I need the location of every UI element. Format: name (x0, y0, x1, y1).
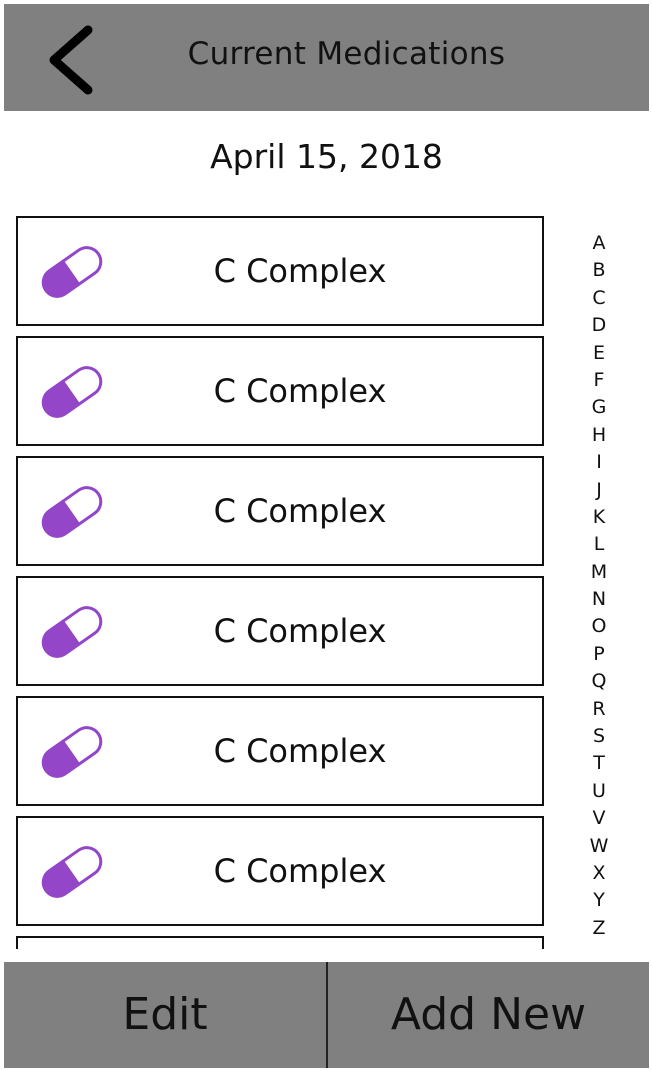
alphabet-letter[interactable]: Z (584, 915, 614, 942)
alphabet-letter[interactable]: K (584, 504, 614, 531)
alphabet-letter[interactable]: D (584, 312, 614, 339)
medication-item[interactable] (16, 936, 544, 949)
medication-item[interactable]: C Complex (16, 696, 544, 806)
alphabet-letter[interactable]: Q (584, 668, 614, 695)
alphabet-letter[interactable]: M (584, 559, 614, 586)
alphabet-letter[interactable]: X (584, 860, 614, 887)
date-label: April 15, 2018 (210, 137, 443, 176)
medication-item[interactable]: C Complex (16, 456, 544, 566)
alphabet-letter[interactable]: P (584, 641, 614, 668)
medication-item[interactable]: C Complex (16, 336, 544, 446)
alphabet-letter[interactable]: V (584, 805, 614, 832)
medication-name: C Complex (213, 492, 387, 530)
alphabet-letter[interactable]: A (584, 230, 614, 257)
medication-name: C Complex (213, 372, 387, 410)
pill-capsule-icon (32, 600, 112, 664)
alphabet-letter[interactable]: C (584, 285, 614, 312)
page-title: Current Medications (187, 36, 506, 72)
medication-item[interactable]: C Complex (16, 216, 544, 326)
medication-item[interactable]: C Complex (16, 576, 544, 686)
medication-name: C Complex (213, 252, 387, 290)
alphabet-letter[interactable]: H (584, 422, 614, 449)
medication-name: C Complex (213, 732, 387, 770)
header-bar: Current Medications (4, 4, 649, 111)
alphabet-letter[interactable]: J (584, 477, 614, 504)
alphabet-letter[interactable]: L (584, 531, 614, 558)
alphabet-letter[interactable]: E (584, 340, 614, 367)
pill-capsule-icon (32, 360, 112, 424)
alphabet-letter[interactable]: W (584, 833, 614, 860)
medication-name: C Complex (213, 612, 387, 650)
alphabet-letter[interactable]: U (584, 778, 614, 805)
pill-capsule-icon (32, 240, 112, 304)
alphabet-letter[interactable]: T (584, 750, 614, 777)
alphabet-letter[interactable]: R (584, 696, 614, 723)
app-frame: Current Medications April 15, 2018 C Com… (4, 4, 649, 1068)
alphabet-letter[interactable]: O (584, 613, 614, 640)
medication-list[interactable]: C Complex C Complex C Complex C Complex C Co… (16, 216, 544, 949)
alphabet-letter[interactable]: B (584, 257, 614, 284)
pill-capsule-icon (32, 480, 112, 544)
pill-capsule-icon (32, 840, 112, 904)
pill-capsule-icon (32, 720, 112, 784)
alphabet-index[interactable]: ABCDEFGHIJKLMNOPQRSTUVWXYZ (584, 230, 614, 942)
alphabet-letter[interactable]: Y (584, 887, 614, 914)
alphabet-letter[interactable]: F (584, 367, 614, 394)
edit-button[interactable]: Edit (4, 962, 328, 1068)
medication-name: C Complex (213, 852, 387, 890)
medication-item[interactable]: C Complex (16, 816, 544, 926)
alphabet-letter[interactable]: G (584, 394, 614, 421)
alphabet-letter[interactable]: I (584, 449, 614, 476)
footer-bar: Edit Add New (4, 962, 649, 1068)
alphabet-letter[interactable]: S (584, 723, 614, 750)
add-new-button[interactable]: Add New (328, 962, 649, 1068)
alphabet-letter[interactable]: N (584, 586, 614, 613)
